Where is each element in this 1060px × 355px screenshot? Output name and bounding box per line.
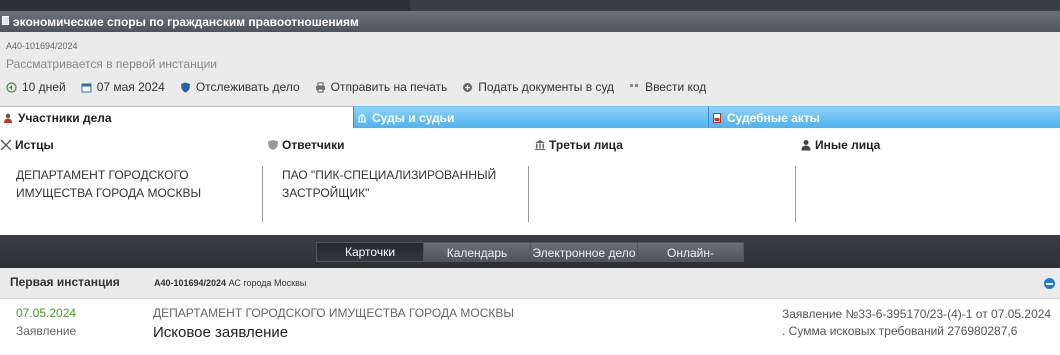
track-case-button[interactable]: Отслеживать дело: [180, 80, 300, 94]
view-switch-bar: Карточки Календарь Электронное дело Онла…: [0, 235, 1060, 268]
enter-code-button[interactable]: Ввести код: [629, 80, 706, 94]
shield-icon: [267, 139, 279, 151]
tab-judicial-acts[interactable]: Судебные акты: [708, 106, 1060, 128]
tab-courts[interactable]: Суды и судьи: [353, 106, 708, 128]
tab-courts-label: Суды и судьи: [372, 110, 455, 125]
back-arrow-icon: [6, 81, 17, 93]
third-parties-column: Третьи лица: [528, 128, 795, 235]
tab-calendar[interactable]: Календарь: [423, 242, 530, 262]
crossed-swords-icon: [0, 139, 12, 151]
tab-electronic-case[interactable]: Электронное дело: [530, 242, 637, 262]
collapse-icon[interactable]: [1044, 278, 1055, 289]
enter-code-label: Ввести код: [645, 80, 707, 94]
case-info-panel: А40-101694/2024 Рассматривается в первой…: [0, 32, 1060, 106]
submit-documents-button[interactable]: Подать документы в суд: [462, 80, 614, 94]
action-date-label: 07 мая 2024: [96, 80, 165, 94]
case-actions: 10 дней 07 мая 2024 Отслеживать дело Отп…: [6, 80, 721, 94]
view-tabs: Карточки Календарь Электронное дело Онла…: [316, 242, 744, 262]
case-tabs: Участники дела Суды и судьи Судебные акт…: [0, 106, 1060, 128]
tab-judicial-acts-label: Судебные акты: [727, 110, 820, 125]
submit-documents-label: Подать документы в суд: [478, 80, 615, 94]
column-divider: [528, 166, 529, 222]
person-icon: [3, 113, 13, 123]
third-parties-title: Третьи лица: [534, 138, 623, 152]
case-number: А40-101694/2024: [6, 41, 78, 51]
participants-panel: Истцы ДЕПАРТАМЕНТ ГОРОДСКОГО ИМУЩЕСТВА Г…: [0, 128, 1060, 235]
tab-cards[interactable]: Карточки: [316, 242, 423, 262]
building-icon: [534, 139, 546, 151]
quote-icon: [629, 82, 640, 93]
column-divider: [795, 166, 796, 222]
defendant-name[interactable]: ПАО "ПИК-СПЕЦИАЛИЗИРОВАННЫЙ ЗАСТРОЙЩИК": [282, 166, 517, 202]
defendants-column: Ответчики ПАО "ПИК-СПЕЦИАЛИЗИРОВАННЫЙ ЗА…: [262, 128, 528, 235]
event-note: Заявление №33-6-395170/23-(4)-1 от 07.05…: [782, 307, 1052, 338]
calendar-icon: [81, 82, 92, 93]
plaintiffs-title: Истцы: [0, 138, 54, 152]
shield-icon: [180, 82, 191, 93]
plus-circle-icon: [462, 82, 473, 93]
case-category-bar: экономические споры по гражданским право…: [0, 11, 1060, 32]
plaintiffs-column: Истцы ДЕПАРТАМЕНТ ГОРОДСКОГО ИМУЩЕСТВА Г…: [0, 128, 262, 235]
action-period[interactable]: 10 дней: [6, 80, 66, 94]
other-persons-column: Иные лица: [795, 128, 1060, 235]
instance-case: А40-101694/2024 АС города Москвы: [154, 278, 306, 288]
top-header-strip: [0, 0, 1060, 11]
event-row: 07.05.2024 Заявление ДЕПАРТАМЕНТ ГОРОДСК…: [0, 299, 1060, 355]
action-period-label: 10 дней: [22, 80, 66, 94]
top-header-tab: [410, 0, 1060, 11]
track-case-label: Отслеживать дело: [195, 80, 300, 94]
instance-case-number: А40-101694/2024: [154, 278, 227, 288]
building-icon: [357, 113, 367, 123]
plaintiff-name[interactable]: ДЕПАРТАМЕНТ ГОРОДСКОГО ИМУЩЕСТВА ГОРОДА …: [16, 166, 246, 202]
event-party: ДЕПАРТАМЕНТ ГОРОДСКОГО ИМУЩЕСТВА ГОРОДА …: [153, 306, 515, 320]
event-document-link[interactable]: Исковое заявление: [153, 324, 288, 341]
defendants-title: Ответчики: [267, 138, 345, 152]
document-icon: [2, 16, 9, 25]
tab-online-hearings[interactable]: Онлайн-заседания: [637, 242, 744, 262]
instance-header[interactable]: Первая инстанция А40-101694/2024 АС горо…: [0, 268, 1060, 299]
other-persons-title: Иные лица: [800, 138, 880, 152]
column-divider: [262, 166, 263, 222]
tab-participants-label: Участники дела: [18, 110, 112, 125]
instance-court: АС города Москвы: [228, 278, 307, 288]
person-icon: [800, 139, 812, 151]
action-date[interactable]: 07 мая 2024: [81, 80, 165, 94]
case-status: Рассматривается в первой инстанции: [6, 57, 217, 71]
event-date: 07.05.2024: [16, 306, 77, 320]
instance-title: Первая инстанция: [10, 275, 120, 289]
tab-participants[interactable]: Участники дела: [0, 106, 353, 128]
pdf-icon: [712, 112, 722, 123]
print-button[interactable]: Отправить на печать: [315, 80, 448, 94]
print-label: Отправить на печать: [330, 80, 448, 94]
printer-icon: [315, 82, 326, 93]
event-type: Заявление: [16, 324, 77, 338]
case-category: экономические споры по гражданским право…: [13, 14, 359, 29]
